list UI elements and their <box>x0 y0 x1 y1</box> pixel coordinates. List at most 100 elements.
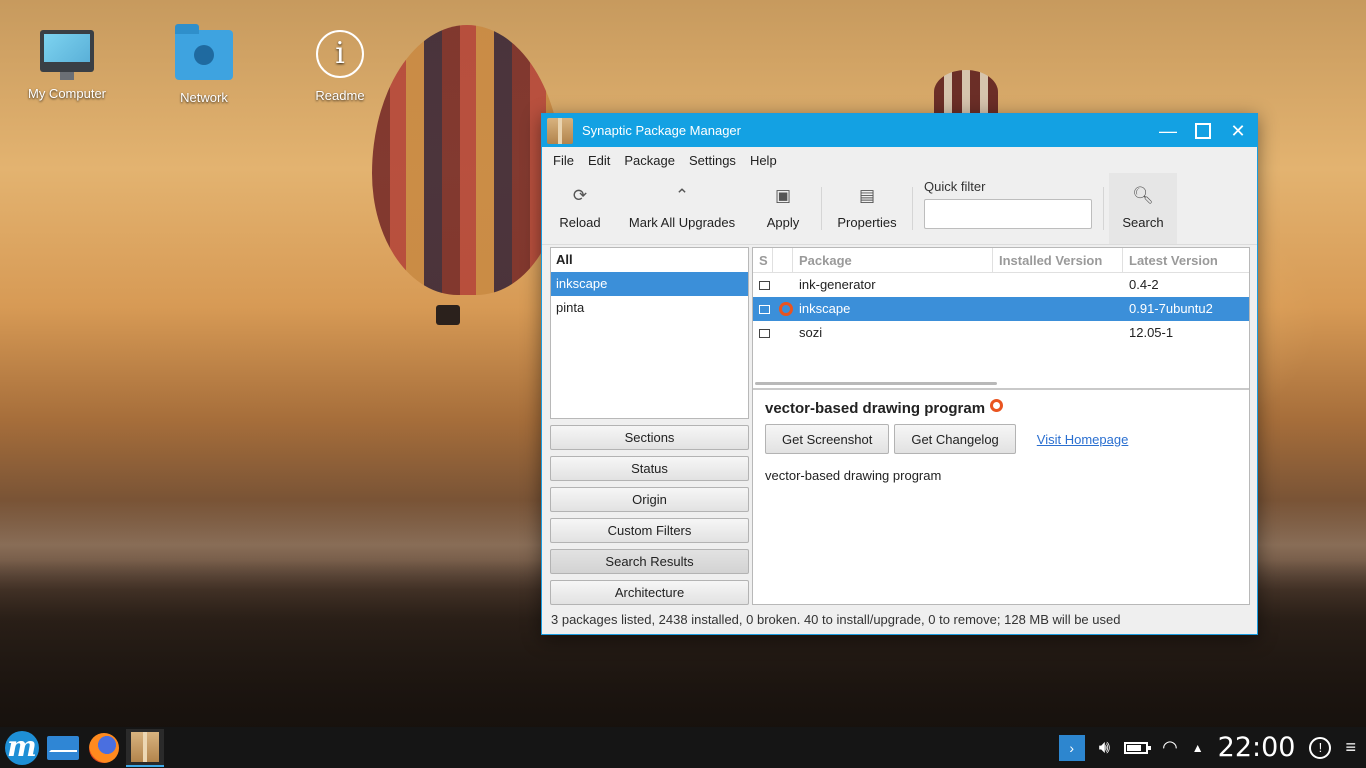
menu-edit[interactable]: Edit <box>581 153 617 168</box>
desktop-icon-label: Readme <box>315 88 365 103</box>
status-bar: 3 packages listed, 2438 installed, 0 bro… <box>551 612 1121 627</box>
filter-list: All inkscape pinta <box>550 247 749 419</box>
search-icon: 🔍︎ <box>1132 186 1154 205</box>
computer-icon <box>40 30 94 80</box>
volume-icon[interactable]: 🔊︎ <box>1099 737 1110 758</box>
column-header-installed-version[interactable]: Installed Version <box>993 248 1123 273</box>
package-status-checkbox[interactable] <box>759 281 770 290</box>
toolbar-separator <box>821 187 822 230</box>
battery-icon[interactable] <box>1124 741 1152 754</box>
table-row[interactable]: inkscape 0.91-7ubuntu2 <box>753 297 1249 321</box>
tray-expand-button[interactable]: › <box>1058 734 1085 761</box>
package-box-icon <box>547 117 573 144</box>
apply-button[interactable]: ▣ Apply <box>750 173 816 244</box>
taskbar: m › 🔊︎ ◠ ▲ 22:00 ! ≡ <box>0 727 1366 768</box>
package-table: S Package Installed Version Latest Versi… <box>753 248 1249 390</box>
mail-launcher[interactable] <box>44 729 82 767</box>
clock[interactable]: 22:00 <box>1218 732 1296 763</box>
toolbar-separator <box>1103 187 1104 230</box>
architecture-button[interactable]: Architecture <box>550 580 749 605</box>
reload-button[interactable]: ⟳ Reload <box>546 173 614 244</box>
desktop-icon-readme[interactable]: i Readme <box>285 30 395 103</box>
hamburger-menu-icon[interactable]: ≡ <box>1345 737 1356 758</box>
latest-version: 12.05-1 <box>1129 325 1174 340</box>
filter-item-all[interactable]: All <box>551 248 748 272</box>
table-header: S Package Installed Version Latest Versi… <box>753 248 1249 273</box>
package-box-icon <box>131 731 159 762</box>
search-label: Search <box>1122 215 1164 230</box>
window-titlebar[interactable]: Synaptic Package Manager — ✕ <box>542 114 1257 147</box>
mark-all-upgrades-label: Mark All Upgrades <box>628 215 736 230</box>
menu-help[interactable]: Help <box>743 153 784 168</box>
package-icon-cell <box>773 321 793 345</box>
distant-balloon <box>934 70 998 114</box>
status-button[interactable]: Status <box>550 456 749 481</box>
menu-settings[interactable]: Settings <box>682 153 743 168</box>
category-buttons: Sections Status Origin Custom Filters Se… <box>550 425 749 605</box>
package-details: vector-based drawing program Get Screens… <box>753 390 1249 489</box>
desktop-icon-my-computer[interactable]: My Computer <box>12 30 122 101</box>
desktop-icon-network[interactable]: Network <box>149 24 259 105</box>
menu-package[interactable]: Package <box>617 153 682 168</box>
mark-all-upgrades-button[interactable]: ⌃ Mark All Upgrades <box>614 173 750 244</box>
reload-label: Reload <box>559 215 601 230</box>
start-menu-button[interactable]: m <box>3 729 41 767</box>
properties-label: Properties <box>837 215 897 230</box>
menu-file[interactable]: File <box>546 153 581 168</box>
notifications-icon[interactable]: ! <box>1309 736 1332 759</box>
desktop-icon-label: My Computer <box>27 86 107 101</box>
visit-homepage-link[interactable]: Visit Homepage <box>1037 432 1129 447</box>
search-button[interactable]: 🔍︎ Search <box>1109 173 1177 244</box>
get-changelog-button[interactable]: Get Changelog <box>894 424 1016 454</box>
reload-icon: ⟳ <box>572 186 588 205</box>
synaptic-task[interactable] <box>126 728 164 767</box>
latest-version: 0.4-2 <box>1129 277 1159 292</box>
chevron-up-icon[interactable]: ▲ <box>1192 741 1204 755</box>
package-status-checkbox[interactable] <box>759 305 770 314</box>
network-folder-icon <box>175 24 233 80</box>
installed-version <box>993 297 1123 321</box>
package-status-checkbox[interactable] <box>759 329 770 338</box>
synaptic-window: Synaptic Package Manager — ✕ File Edit P… <box>541 113 1258 635</box>
quick-filter-input[interactable] <box>924 199 1092 229</box>
balloon-basket <box>436 305 460 325</box>
apply-icon: ▣ <box>774 186 792 205</box>
quick-filter-label: Quick filter <box>924 179 986 194</box>
maximize-button[interactable] <box>1195 122 1211 139</box>
close-button[interactable]: ✕ <box>1227 120 1249 142</box>
installed-version <box>993 273 1123 297</box>
filter-item-inkscape[interactable]: inkscape <box>551 272 748 296</box>
ubuntu-icon <box>779 302 793 316</box>
origin-button[interactable]: Origin <box>550 487 749 512</box>
sections-button[interactable]: Sections <box>550 425 749 450</box>
package-name: ink-generator <box>799 277 876 292</box>
custom-filters-button[interactable]: Custom Filters <box>550 518 749 543</box>
table-row[interactable]: ink-generator 0.4-2 <box>753 273 1249 297</box>
search-results-button[interactable]: Search Results <box>550 549 749 574</box>
package-name: inkscape <box>799 301 851 316</box>
firefox-launcher[interactable] <box>85 729 123 767</box>
properties-icon: ▤ <box>858 186 876 205</box>
minimize-button[interactable]: — <box>1157 120 1179 142</box>
latest-version: 0.91-7ubuntu2 <box>1129 301 1213 316</box>
package-long-description: vector-based drawing program <box>765 468 942 483</box>
hot-air-balloon <box>372 25 562 295</box>
column-header-package[interactable]: Package <box>793 248 993 273</box>
toolbar: ⟳ Reload ⌃ Mark All Upgrades ▣ Apply ▤ P… <box>542 173 1257 245</box>
table-row[interactable]: sozi 12.05-1 <box>753 321 1249 345</box>
window-title: Synaptic Package Manager <box>582 123 741 138</box>
get-screenshot-button[interactable]: Get Screenshot <box>765 424 890 454</box>
filter-item-pinta[interactable]: pinta <box>551 296 748 320</box>
chevron-up-icon: ⌃ <box>674 186 690 205</box>
package-name: sozi <box>799 325 823 340</box>
main-content: All inkscape pinta Sections Status Origi… <box>550 247 1250 605</box>
wifi-icon[interactable]: ◠ <box>1162 737 1178 758</box>
firefox-icon <box>89 732 119 763</box>
horizontal-scrollbar[interactable] <box>755 382 997 385</box>
column-header-status[interactable]: S <box>753 248 773 273</box>
system-tray: › 🔊︎ ◠ ▲ 22:00 ! ≡ <box>1058 727 1366 768</box>
column-header-latest-version[interactable]: Latest Version <box>1123 248 1249 273</box>
apply-label: Apply <box>766 215 800 230</box>
column-header-icon[interactable] <box>773 248 793 273</box>
properties-button[interactable]: ▤ Properties <box>827 173 907 244</box>
